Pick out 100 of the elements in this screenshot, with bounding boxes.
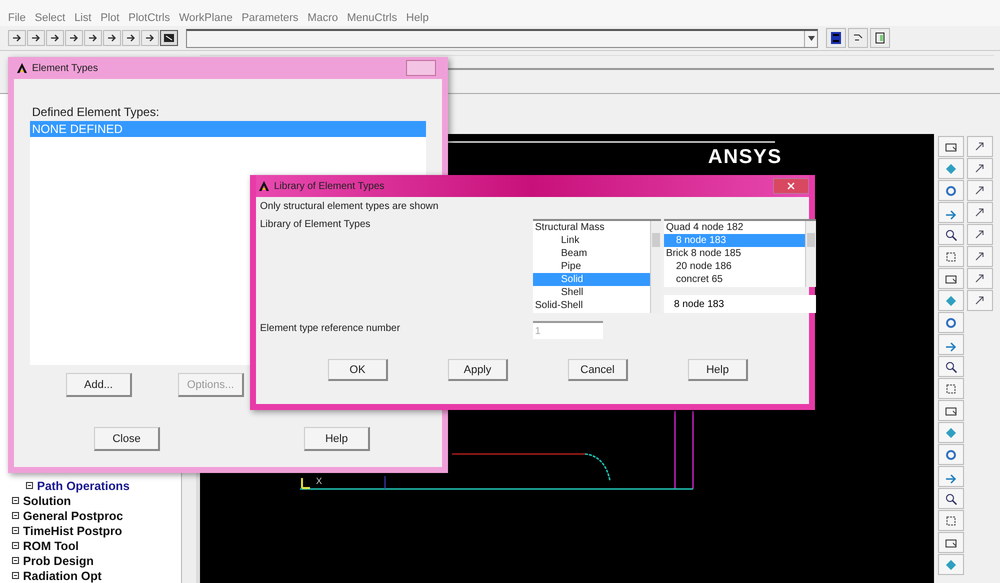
close-button[interactable]	[773, 178, 809, 194]
menu-item[interactable]: Help	[406, 12, 429, 26]
tree-item[interactable]: TimeHist Postpro	[23, 524, 122, 538]
dialog-button[interactable]: Help	[688, 359, 748, 381]
element-option[interactable]: 20 node 186	[664, 260, 805, 273]
toolbar-button[interactable]	[848, 28, 868, 48]
menu-item[interactable]: File	[8, 12, 26, 26]
expand-icon	[12, 527, 19, 534]
close-icon	[787, 182, 795, 190]
menu-item[interactable]: WorkPlane	[178, 12, 233, 26]
zoom-icon	[944, 492, 958, 506]
list-heading: Defined Element Types:	[30, 101, 426, 121]
view-button[interactable]	[967, 158, 993, 179]
toolbar-icon	[873, 31, 887, 45]
toolbar-button[interactable]	[141, 30, 159, 46]
box-zoom-icon	[944, 250, 958, 264]
arrow-icon	[49, 33, 61, 43]
field-label: Element type reference number	[260, 322, 402, 336]
view-button[interactable]	[938, 488, 964, 509]
toolbar-button[interactable]	[826, 28, 846, 48]
view-button[interactable]	[967, 202, 993, 223]
dialog-button[interactable]: OK	[328, 359, 388, 381]
view-button[interactable]	[967, 136, 993, 157]
menu-item[interactable]: Macro	[307, 12, 338, 26]
view-button[interactable]	[938, 136, 964, 157]
menu-item[interactable]: PlotCtrls	[128, 12, 170, 26]
view-button[interactable]	[967, 268, 993, 289]
toolbar-button[interactable]	[122, 30, 140, 46]
square-icon	[163, 33, 175, 43]
view-button[interactable]	[938, 224, 964, 245]
view-button[interactable]	[938, 378, 964, 399]
tree-item[interactable]: ROM Tool	[23, 538, 79, 552]
command-field[interactable]	[186, 28, 818, 48]
dialog-button[interactable]: Add...	[66, 373, 132, 397]
view-button[interactable]	[938, 356, 964, 377]
element-option[interactable]: Quad 4 node 182	[664, 221, 805, 234]
toolbar-button[interactable]	[46, 30, 64, 46]
dialog-button[interactable]: Apply	[448, 359, 508, 381]
view-button[interactable]	[967, 290, 993, 311]
category-option[interactable]: Beam	[533, 247, 650, 260]
selection-field[interactable]: 8 node 183	[664, 295, 816, 313]
arrow-icon	[30, 33, 42, 43]
toolbar-button[interactable]	[160, 30, 178, 46]
tree-item[interactable]: Prob Design	[23, 554, 94, 568]
view-button[interactable]	[938, 312, 964, 333]
tree-item[interactable]: Radiation Opt	[23, 568, 102, 582]
expand-icon	[26, 482, 33, 489]
box-zoom-icon	[944, 514, 958, 528]
arrow-icon	[11, 33, 23, 43]
menu-item[interactable]: List	[74, 12, 92, 26]
arrow-icon	[106, 33, 118, 43]
element-option[interactable]: Brick 8 node 185	[664, 247, 805, 260]
view-button[interactable]	[938, 268, 964, 289]
toolbar-button[interactable]	[870, 28, 890, 48]
category-option[interactable]: Structural Mass	[533, 221, 650, 234]
arrow-icon	[87, 33, 99, 43]
toolbar-button[interactable]	[84, 30, 102, 46]
view-button[interactable]	[938, 444, 964, 465]
zoom-icon	[944, 228, 958, 242]
toolbar-button[interactable]	[65, 30, 83, 46]
info-text: Only structural element types are shown	[260, 201, 440, 214]
toolbar-icon	[829, 31, 843, 45]
menu-item[interactable]: Plot	[100, 12, 120, 26]
category-option[interactable]: Link	[533, 234, 650, 247]
view-button[interactable]	[938, 400, 964, 421]
axis-label: X	[316, 476, 322, 486]
zoom-icon	[944, 360, 958, 374]
dialog-button[interactable]: Close	[94, 427, 160, 451]
ansys-icon	[16, 62, 28, 74]
element-option[interactable]: concret 65	[664, 273, 805, 286]
ansys-icon	[258, 180, 270, 192]
view-button[interactable]	[938, 532, 964, 553]
view-button[interactable]	[967, 224, 993, 245]
tree-item[interactable]: Solution	[23, 494, 71, 508]
view-button[interactable]	[938, 180, 964, 201]
dialog-button[interactable]: Help	[304, 427, 370, 451]
dialog-title: Library of Element Types	[274, 180, 386, 192]
tree-item[interactable]: General Postproc	[23, 508, 124, 522]
menu-item[interactable]: Parameters	[242, 12, 298, 26]
category-option[interactable]: Shell	[533, 286, 650, 299]
expand-icon	[12, 572, 19, 579]
view-button[interactable]	[967, 180, 993, 201]
axis-triad-icon	[300, 477, 310, 489]
field-label: Library of Element Types	[260, 219, 372, 232]
toolbar-button[interactable]	[8, 30, 26, 46]
arrow-icon	[125, 33, 137, 43]
category-option[interactable]: Solid-Shell	[533, 299, 650, 312]
tree-item[interactable]: Path Operations	[37, 478, 130, 492]
scrollbar[interactable]	[650, 221, 661, 313]
toolbar-button[interactable]	[27, 30, 45, 46]
toolbar-button[interactable]	[103, 30, 121, 46]
view-button[interactable]	[967, 246, 993, 267]
arc-line	[584, 453, 611, 482]
menu-item[interactable]: Select	[34, 12, 66, 26]
view-button[interactable]	[938, 510, 964, 531]
view-button[interactable]	[938, 246, 964, 267]
category-option[interactable]: Pipe	[533, 260, 650, 273]
menu-item[interactable]: MenuCtrls	[347, 12, 398, 26]
dialog-button[interactable]: Cancel	[568, 359, 628, 381]
scrollbar[interactable]	[805, 221, 816, 287]
